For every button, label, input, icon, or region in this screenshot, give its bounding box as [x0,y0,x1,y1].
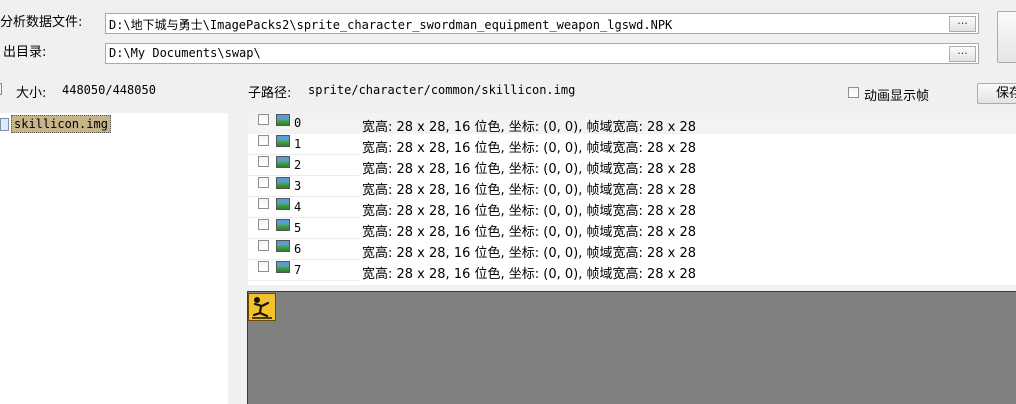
file-tree-panel[interactable] [0,113,228,404]
frame-info: 宽高: 28 x 28, 16 位色, 坐标: (0, 0), 帧域宽高: 28… [362,120,697,135]
tree-item-skillicon[interactable]: skillicon.img [0,115,111,133]
frame-checkbox[interactable] [258,177,269,188]
frame-info: 宽高: 28 x 28, 16 位色, 坐标: (0, 0), 帧域宽高: 28… [362,246,697,261]
animate-label: 动画显示帧 [864,89,930,104]
frame-info: 宽高: 28 x 28, 16 位色, 坐标: (0, 0), 帧域宽高: 28… [362,162,697,177]
frame-checkbox[interactable] [258,219,269,230]
analyze-file-field[interactable]: D:\地下城与勇士\ImagePacks2\sprite_character_s… [105,13,979,34]
image-icon [276,114,290,126]
output-dir-label: 出目录: [3,45,47,60]
frame-index: 4 [294,200,302,214]
list-item[interactable]: 1 宽高: 28 x 28, 16 位色, 坐标: (0, 0), 帧域宽高: … [248,134,1016,156]
save-button[interactable]: 保存 [977,83,1016,104]
frame-index: 2 [294,158,302,172]
image-icon [276,156,290,168]
image-icon [276,135,290,147]
frame-index: 5 [294,221,302,235]
image-icon [276,240,290,252]
size-label: 大小: [16,86,47,101]
list-item[interactable]: 7 宽高: 28 x 28, 16 位色, 坐标: (0, 0), 帧域宽高: … [248,260,1016,282]
list-item[interactable]: 6 宽高: 28 x 28, 16 位色, 坐标: (0, 0), 帧域宽高: … [248,239,1016,261]
output-dir-path: D:\My Documents\swap\ [109,46,261,60]
frame-index: 3 [294,179,302,193]
file-icon [0,118,9,131]
frame-checkbox[interactable] [258,240,269,251]
analyze-file-path: D:\地下城与勇士\ImagePacks2\sprite_character_s… [109,18,673,32]
frame-info: 宽高: 28 x 28, 16 位色, 坐标: (0, 0), 帧域宽高: 28… [362,141,697,156]
list-item[interactable]: 0 宽高: 28 x 28, 16 位色, 坐标: (0, 0), 帧域宽高: … [248,113,1016,135]
frame-checkbox[interactable] [258,198,269,209]
frame-info: 宽高: 28 x 28, 16 位色, 坐标: (0, 0), 帧域宽高: 28… [362,225,697,240]
frame-checkbox[interactable] [258,156,269,167]
output-dir-field[interactable]: D:\My Documents\swap\ ... [105,43,979,64]
animate-checkbox[interactable] [848,87,859,98]
analyze-browse-button[interactable]: ... [949,15,976,32]
subpath-value: sprite/character/common/skillicon.img [308,83,576,97]
image-icon [276,177,290,189]
analyze-file-label: 分析数据文件: [0,15,83,30]
subpath-label: 子路径: [248,86,292,101]
frame-info: 宽高: 28 x 28, 16 位色, 坐标: (0, 0), 帧域宽高: 28… [362,204,697,219]
frame-checkbox[interactable] [258,261,269,272]
skill-sprite-icon [248,293,276,321]
list-item[interactable]: 5 宽高: 28 x 28, 16 位色, 坐标: (0, 0), 帧域宽高: … [248,218,1016,240]
frame-info: 宽高: 28 x 28, 16 位色, 坐标: (0, 0), 帧域宽高: 28… [362,267,697,282]
list-item[interactable]: 2 宽高: 28 x 28, 16 位色, 坐标: (0, 0), 帧域宽高: … [248,155,1016,177]
partial-icon [0,83,2,95]
frame-checkbox[interactable] [258,135,269,146]
frame-index: 1 [294,137,302,151]
size-value: 448050/448050 [62,83,156,97]
image-icon [276,219,290,231]
frame-list[interactable]: 0 宽高: 28 x 28, 16 位色, 坐标: (0, 0), 帧域宽高: … [248,113,1016,285]
image-icon [276,198,290,210]
frame-index: 0 [294,116,302,130]
tree-item-label: skillicon.img [11,115,111,133]
output-browse-button[interactable]: ... [949,45,976,62]
list-item[interactable]: 4 宽高: 28 x 28, 16 位色, 坐标: (0, 0), 帧域宽高: … [248,197,1016,219]
frame-index: 7 [294,263,302,277]
list-item[interactable]: 3 宽高: 28 x 28, 16 位色, 坐标: (0, 0), 帧域宽高: … [248,176,1016,198]
frame-checkbox[interactable] [258,114,269,125]
frame-preview-canvas[interactable] [247,291,1016,404]
row-divider [248,280,359,281]
frame-info: 宽高: 28 x 28, 16 位色, 坐标: (0, 0), 帧域宽高: 28… [362,183,697,198]
frame-index: 6 [294,242,302,256]
open-button[interactable] [997,11,1016,63]
image-icon [276,261,290,273]
